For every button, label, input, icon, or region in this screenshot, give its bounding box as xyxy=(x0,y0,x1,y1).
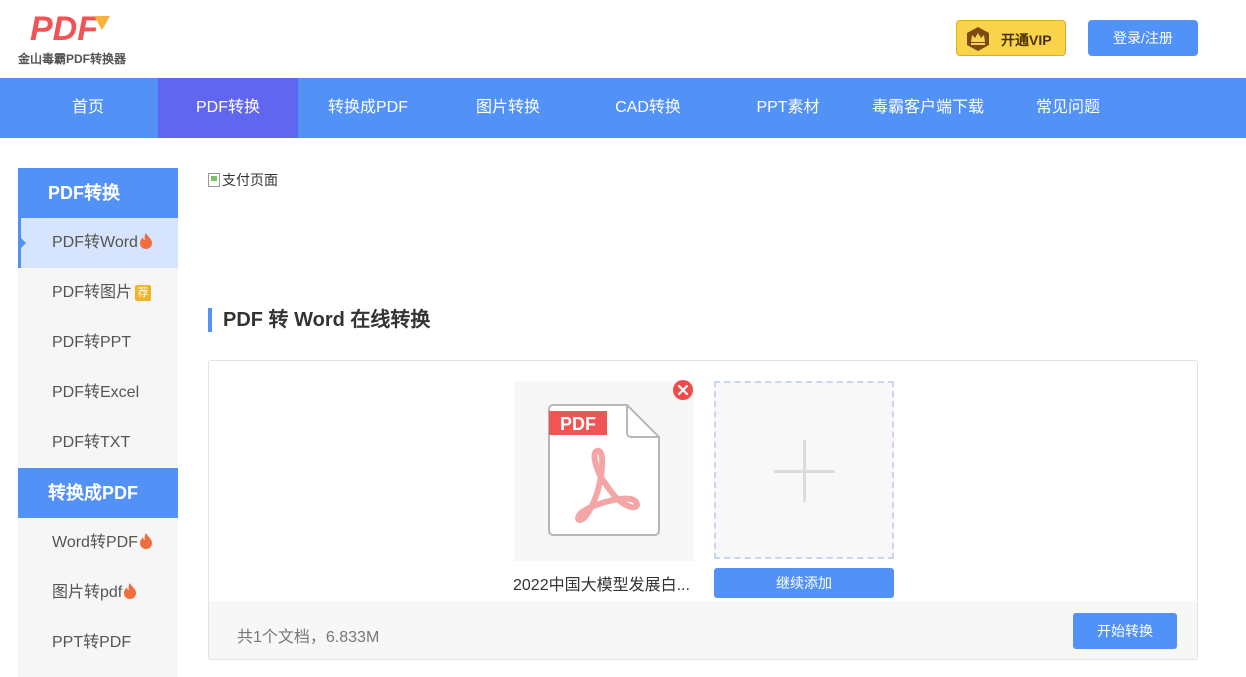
file-summary: 共1个文档，6.833M xyxy=(237,629,380,646)
file-card[interactable]: PDF xyxy=(514,381,694,561)
open-vip-button[interactable]: 开通VIP xyxy=(956,20,1066,56)
sidebar-item-label: Word转PDF xyxy=(52,534,138,551)
upload-footer: 共1个文档，6.833M 开始转换 xyxy=(209,601,1197,659)
nav-item-to-pdf[interactable]: 转换成PDF xyxy=(298,78,438,138)
payment-banner-image[interactable]: 支付页面 xyxy=(208,170,278,190)
remove-file-icon[interactable] xyxy=(673,380,693,400)
sidebar-item-label: PPT转PDF xyxy=(52,634,132,651)
nav-item-image-convert[interactable]: 图片转换 xyxy=(438,78,578,138)
header: PDF 金山毒霸PDF转换器 开通VIP 登录/注册 xyxy=(0,0,1246,78)
sidebar-group-to-pdf: 转换成PDF xyxy=(18,468,178,518)
sidebar-item-pdf-to-txt[interactable]: PDF转TXT xyxy=(18,418,178,468)
file-name: 2022中国大模型发展白... xyxy=(513,577,690,594)
nav-item-cad-convert[interactable]: CAD转换 xyxy=(578,78,718,138)
continue-add-button[interactable]: 继续添加 xyxy=(714,568,894,598)
add-file-card[interactable] xyxy=(714,381,894,559)
nav-item-home[interactable]: 首页 xyxy=(18,78,158,138)
nav-item-client-download[interactable]: 毒霸客户端下载 xyxy=(858,78,998,138)
sidebar-item-ppt-to-pdf[interactable]: PPT转PDF xyxy=(18,618,178,668)
nav-item-ppt-assets[interactable]: PPT素材 xyxy=(718,78,858,138)
sidebar-item-pdf-to-word[interactable]: PDF转Word xyxy=(18,218,178,268)
pdf-type-label: PDF xyxy=(560,414,596,434)
sidebar-item-pdf-to-image[interactable]: PDF转图片荐 xyxy=(18,268,178,318)
sidebar-item-pdf-to-excel[interactable]: PDF转Excel xyxy=(18,368,178,418)
sidebar-group-pdf-convert: PDF转换 xyxy=(18,168,178,218)
sidebar-item-pdf-to-ppt[interactable]: PDF转PPT xyxy=(18,318,178,368)
logo-mark-icon: PDF xyxy=(30,10,110,46)
sidebar: PDF转换 PDF转Word PDF转图片荐 PDF转PPT PDF转Excel… xyxy=(18,168,178,677)
fire-icon xyxy=(124,583,137,599)
sidebar-item-label: 图片转pdf xyxy=(52,584,123,601)
pdf-file-icon: PDF xyxy=(548,404,660,536)
sidebar-item-label: PDF转TXT xyxy=(52,434,131,451)
fire-icon xyxy=(139,533,152,549)
crown-icon xyxy=(967,27,989,51)
sidebar-item-label: PDF转PPT xyxy=(52,334,132,351)
login-register-button[interactable]: 登录/注册 xyxy=(1088,20,1198,56)
nav-item-faq[interactable]: 常见问题 xyxy=(998,78,1138,138)
broken-image-icon xyxy=(208,173,220,187)
logo-text: 金山毒霸PDF转换器 xyxy=(18,52,127,66)
sidebar-item-label: PDF转Excel xyxy=(52,384,140,401)
sidebar-item-word-to-pdf[interactable]: Word转PDF xyxy=(18,518,178,568)
banner-alt-text: 支付页面 xyxy=(222,172,278,188)
logo-mark-text: PDF xyxy=(30,10,99,46)
sidebar-item-label: PDF转图片 xyxy=(52,284,133,301)
logo[interactable]: PDF 金山毒霸PDF转换器 xyxy=(18,10,138,70)
recommended-badge: 荐 xyxy=(135,285,152,301)
sidebar-item-label: PDF转Word xyxy=(52,234,138,251)
nav-item-pdf-convert[interactable]: PDF转换 xyxy=(158,78,298,138)
upload-panel: PDF 2022中国大模型发展白... 继续添加 共1个文档，6.833M 开始… xyxy=(208,360,1198,660)
fire-icon xyxy=(139,233,152,249)
sidebar-item-image-to-pdf[interactable]: 图片转pdf xyxy=(18,568,178,618)
start-convert-button[interactable]: 开始转换 xyxy=(1073,613,1177,649)
open-vip-label: 开通VIP xyxy=(1001,32,1052,48)
main-nav: 首页 PDF转换 转换成PDF 图片转换 CAD转换 PPT素材 毒霸客户端下载… xyxy=(0,78,1246,138)
page-title: PDF 转 Word 在线转换 xyxy=(208,308,430,332)
